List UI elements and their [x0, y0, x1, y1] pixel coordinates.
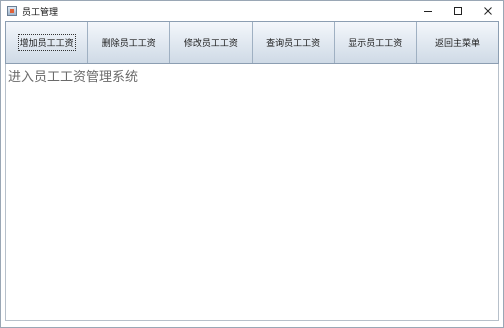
- modify-salary-button[interactable]: 修改员工工资: [170, 22, 253, 63]
- delete-salary-label: 删除员工工资: [101, 39, 156, 49]
- delete-salary-button[interactable]: 删除员工工资: [88, 22, 171, 63]
- content-panel: 进入员工工资管理系统: [5, 64, 499, 321]
- minimize-icon: [424, 11, 432, 12]
- add-salary-button[interactable]: 增加员工工资: [6, 22, 89, 63]
- minimize-button[interactable]: [413, 1, 443, 21]
- maximize-button[interactable]: [443, 1, 473, 21]
- welcome-message: 进入员工工资管理系统: [8, 70, 139, 85]
- display-salary-label: 显示员工工资: [348, 39, 403, 49]
- java-app-icon: [7, 6, 17, 16]
- query-salary-label: 查询员工工资: [266, 39, 321, 49]
- title-bar[interactable]: 员工管理: [1, 1, 503, 21]
- query-salary-button[interactable]: 查询员工工资: [253, 22, 335, 63]
- add-salary-label: 增加员工工资: [17, 34, 76, 51]
- modify-salary-label: 修改员工工资: [183, 39, 238, 49]
- app-window: 员工管理 增加员工工资 删除员工工资 修改员工工资 查询员工工资 显示员工工资 …: [0, 0, 504, 328]
- window-title: 员工管理: [22, 7, 59, 18]
- return-main-menu-button[interactable]: 返回主菜单: [417, 22, 498, 63]
- toolbar: 增加员工工资 删除员工工资 修改员工工资 查询员工工资 显示员工工资 返回主菜单: [5, 21, 499, 64]
- display-salary-button[interactable]: 显示员工工资: [335, 22, 417, 63]
- maximize-icon: [454, 7, 462, 15]
- close-button[interactable]: [473, 1, 503, 21]
- return-main-menu-label: 返回主菜单: [434, 39, 480, 49]
- close-icon: [484, 7, 492, 15]
- window-controls: [413, 1, 503, 21]
